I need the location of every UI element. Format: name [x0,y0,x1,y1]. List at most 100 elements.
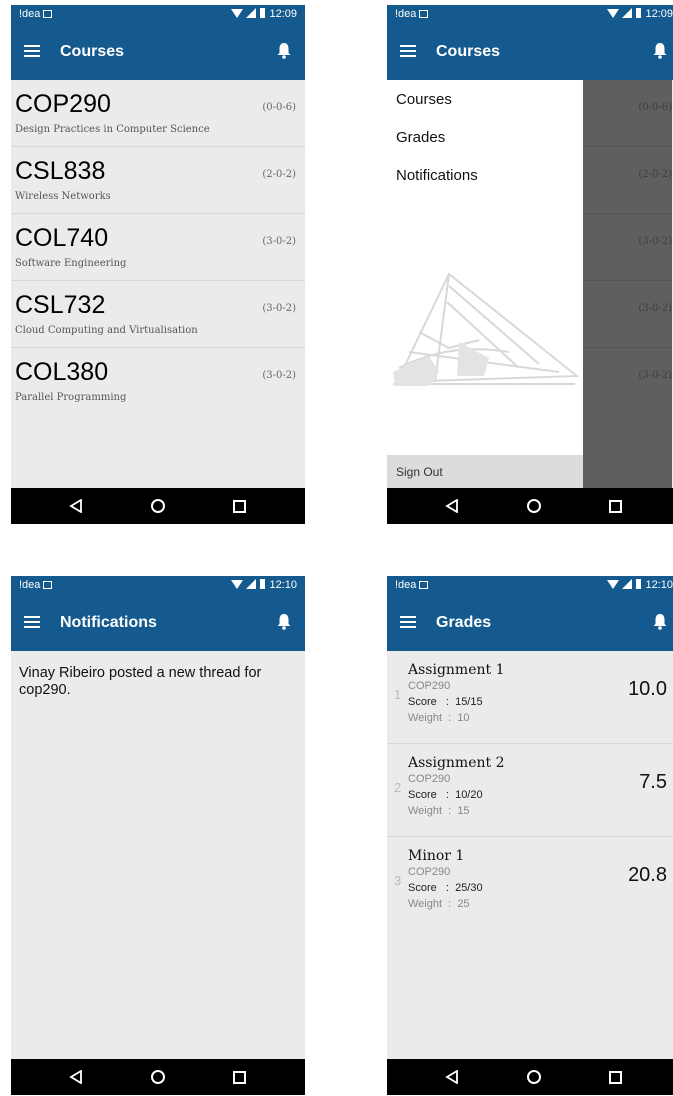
menu-icon[interactable] [24,616,40,628]
course-name: Software Engineering [15,258,127,269]
course-item[interactable]: COP290 Design Practices in Computer Scie… [11,80,305,147]
system-nav-bar [11,488,305,524]
carrier-label: !dea [19,579,41,591]
home-icon[interactable] [527,1070,541,1084]
recent-apps-icon[interactable] [233,500,246,513]
home-icon[interactable] [151,1070,165,1084]
grade-score: Score : 15/15 [408,696,483,708]
course-code: CSL732 [15,291,106,319]
grade-title: Assignment 1 [408,662,505,678]
system-nav-bar [11,1059,305,1095]
recent-apps-icon[interactable] [233,1071,246,1084]
course-name: Cloud Computing and Virtualisation [15,325,198,336]
grade-item[interactable]: 2 Assignment 2 COP290 Score : 10/20 Weig… [387,744,673,837]
course-credits: (3-0-2) [262,236,296,247]
page-title: Grades [436,614,492,631]
drawer-item-grades[interactable]: Grades [396,129,445,146]
signout-button[interactable]: Sign Out [387,455,583,488]
home-icon[interactable] [527,499,541,513]
course-item[interactable]: CSL732 Cloud Computing and Virtualisatio… [11,281,305,348]
course-item[interactable]: COL740 Software Engineering (3-0-2) [11,214,305,281]
bell-icon[interactable] [653,613,667,630]
menu-icon[interactable] [400,616,416,628]
grade-item[interactable]: 1 Assignment 1 COP290 Score : 15/15 Weig… [387,651,673,744]
grades-screen: !dea 12:10 Grades 1 Assignment 1 COP290 … [387,576,673,1095]
grade-value: 10.0 [628,678,667,700]
navigation-drawer: Courses Grades Notifications Sign Out [387,80,583,488]
grade-weight: Weight : 25 [408,898,470,910]
carrier-label: !dea [395,8,417,20]
course-item[interactable]: COL380 Parallel Programming (3-0-2) [11,348,305,414]
signal-icon [622,579,633,589]
grade-course: COP290 [408,773,451,785]
wifi-icon [231,9,244,18]
system-nav-bar [387,488,673,524]
app-bar: Courses [11,26,305,80]
course-credits: (0-0-6) [262,102,296,113]
bell-icon[interactable] [653,42,667,59]
carrier-label: !dea [19,8,41,20]
app-bar: Courses [387,26,673,80]
home-icon[interactable] [151,499,165,513]
clock: 12:09 [269,8,297,20]
clock: 12:09 [645,8,673,20]
image-notification-icon [43,581,53,589]
page-title: Notifications [60,614,157,631]
course-list: COP290 Design Practices in Computer Scie… [11,80,305,414]
page-title: Courses [436,43,501,60]
clock: 12:10 [645,579,673,591]
recent-apps-icon[interactable] [609,1071,622,1084]
menu-icon[interactable] [24,45,40,57]
course-name: Parallel Programming [15,392,127,403]
grade-title: Assignment 2 [408,755,505,771]
carrier-label: !dea [395,579,417,591]
drawer-item-courses[interactable]: Courses [396,91,452,108]
clock: 12:10 [269,579,297,591]
course-credits: (2-0-2) [638,169,672,180]
notification-message[interactable]: Vinay Ribeiro posted a new thread for co… [19,665,297,699]
course-credits: (3-0-2) [638,236,672,247]
back-icon[interactable] [69,499,83,513]
course-code: COL740 [15,224,109,252]
back-icon[interactable] [69,1070,83,1084]
recent-apps-icon[interactable] [609,500,622,513]
grade-index: 3 [394,873,402,888]
battery-icon [260,579,266,589]
wifi-icon [607,580,620,589]
page-title: Courses [60,43,125,60]
notifications-screen: !dea 12:10 Notifications Vinay Ribeiro p… [11,576,305,1095]
bell-icon[interactable] [277,613,291,630]
course-item[interactable]: CSL838 Wireless Networks (2-0-2) [11,147,305,214]
app-bar: Grades [387,597,673,651]
wifi-icon [231,580,244,589]
status-bar: !dea 12:10 [11,576,305,597]
drawer-item-notifications[interactable]: Notifications [396,167,478,184]
menu-icon[interactable] [400,45,416,57]
back-icon[interactable] [445,499,459,513]
status-bar: !dea 12:09 [11,5,305,26]
course-code: CSL838 [15,157,106,185]
course-credits: (2-0-2) [262,169,296,180]
status-bar: !dea 12:10 [387,576,673,597]
drawer-screen: !dea 12:09 Courses (0-0-6) (2-0-2) (3-0-… [387,5,673,524]
course-code: COL380 [15,358,109,386]
course-credits: (3-0-2) [262,370,296,381]
signal-icon [246,8,257,18]
scrim-overlay[interactable]: (0-0-6) (2-0-2) (3-0-2) (3-0-2) (3-0-2) [583,80,672,488]
battery-icon [636,8,642,18]
signal-icon [622,8,633,18]
grade-index: 1 [394,687,402,702]
course-credits: (3-0-2) [638,370,672,381]
system-nav-bar [387,1059,673,1095]
grade-item[interactable]: 3 Minor 1 COP290 Score : 25/30 Weight : … [387,837,673,929]
grade-weight: Weight : 15 [408,805,470,817]
image-notification-icon [419,581,429,589]
grade-course: COP290 [408,680,451,692]
grade-index: 2 [394,780,402,795]
institute-logo-watermark [393,272,579,386]
image-notification-icon [419,10,429,18]
bell-icon[interactable] [277,42,291,59]
battery-icon [260,8,266,18]
back-icon[interactable] [445,1070,459,1084]
grade-score: Score : 25/30 [408,882,483,894]
